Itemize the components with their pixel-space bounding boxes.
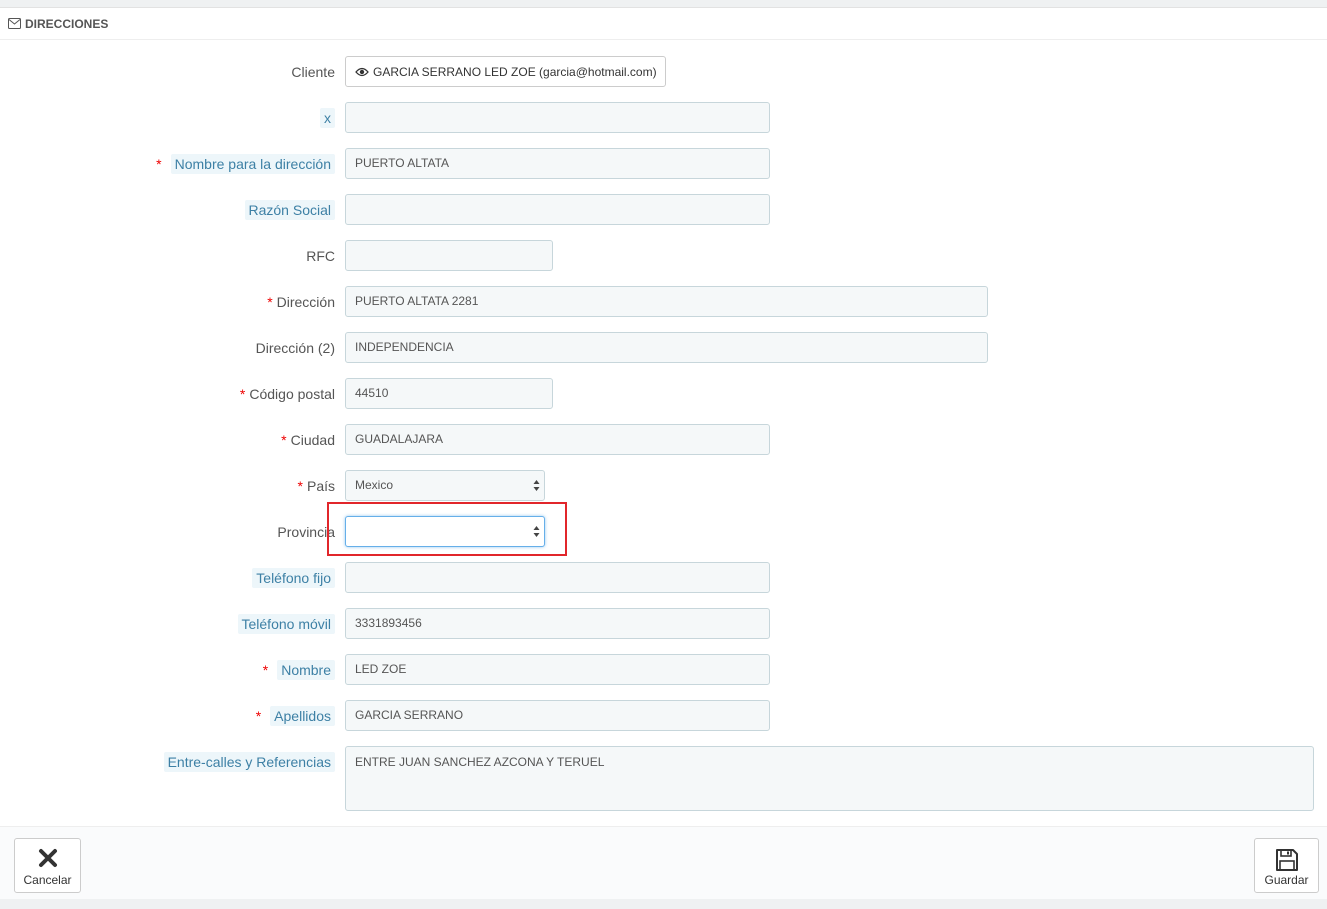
label-company: Razón Social: [244, 194, 335, 225]
required-marker: *: [267, 293, 273, 310]
phone-mobile-input[interactable]: 3331893456: [345, 608, 770, 639]
country-select-value: Mexico: [355, 478, 394, 492]
required-marker: *: [262, 661, 269, 678]
envelope-icon: [8, 18, 21, 29]
lastname-input[interactable]: GARCIA SERRANO: [345, 700, 770, 731]
eye-icon: [355, 67, 369, 76]
postcode-input[interactable]: 44510: [345, 378, 553, 409]
panel-heading: DIRECCIONES: [0, 8, 1327, 40]
required-marker: *: [255, 707, 262, 724]
alias-input[interactable]: PUERTO ALTATA: [345, 148, 770, 179]
select-arrows-icon: [533, 526, 540, 537]
label-cliente: Cliente: [291, 63, 335, 80]
cancel-button[interactable]: Cancelar: [14, 838, 81, 893]
label-country: * País: [297, 477, 335, 494]
label-city: * Ciudad: [281, 431, 335, 448]
references-textarea[interactable]: ENTRE JUAN SANCHEZ AZCONA Y TERUEL: [345, 746, 1314, 811]
customer-link-button[interactable]: GARCIA SERRANO LED ZOE (garcia@hotmail.c…: [345, 56, 666, 87]
label-phone: Teléfono fijo: [252, 562, 335, 593]
firstname-input[interactable]: LED ZOE: [345, 654, 770, 685]
label-state: Provincia: [277, 523, 335, 540]
select-arrows-icon: [533, 480, 540, 491]
address1-input[interactable]: PUERTO ALTATA 2281: [345, 286, 988, 317]
label-address2: Dirección (2): [255, 339, 335, 356]
save-icon: [1275, 849, 1298, 871]
phone-input[interactable]: [345, 562, 770, 593]
label-alias: * Nombre para la dirección: [156, 148, 335, 179]
x-input[interactable]: [345, 102, 770, 133]
close-icon: [38, 849, 57, 867]
label-other: Entre-calles y Referencias: [163, 746, 335, 777]
rfc-input[interactable]: [345, 240, 553, 271]
label-rfc: RFC: [306, 247, 335, 264]
required-marker: *: [297, 477, 303, 494]
required-marker: *: [239, 385, 246, 402]
label-address1: * Dirección: [267, 293, 335, 310]
save-button[interactable]: Guardar: [1254, 838, 1319, 893]
addresses-panel: DIRECCIONES Cliente GARCIA SERRANO LED Z…: [0, 7, 1327, 899]
panel-footer: Cancelar Guardar: [0, 826, 1327, 899]
country-select[interactable]: Mexico: [345, 470, 545, 501]
label-firstname: * Nombre: [263, 654, 335, 685]
address2-input[interactable]: INDEPENDENCIA: [345, 332, 988, 363]
cancel-label: Cancelar: [23, 873, 72, 887]
label-lastname: * Apellidos: [256, 700, 335, 731]
company-input[interactable]: [345, 194, 770, 225]
panel-title: DIRECCIONES: [25, 17, 109, 31]
label-phone-mobile: Teléfono móvil: [237, 608, 335, 639]
label-x: x: [320, 102, 335, 133]
customer-link-label: GARCIA SERRANO LED ZOE (garcia@hotmail.c…: [373, 64, 657, 79]
required-marker: *: [281, 431, 287, 448]
state-select[interactable]: [345, 516, 545, 547]
city-input[interactable]: GUADALAJARA: [345, 424, 770, 455]
save-label: Guardar: [1264, 873, 1309, 887]
label-postcode: * Código postal: [239, 385, 335, 402]
required-marker: *: [156, 155, 162, 172]
